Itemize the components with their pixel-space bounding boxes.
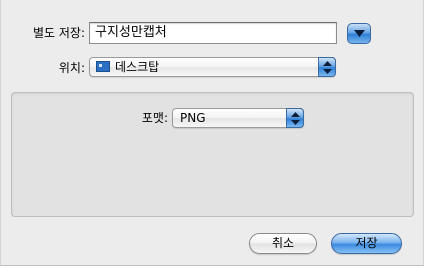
format-popup[interactable]: PNG — [172, 108, 304, 128]
options-panel: 포맷: PNG — [11, 92, 414, 217]
save-dialog: 별도 저장: 구지성만캡처 위치: 데스크탑 포맷: PNG 취소 저장 — [0, 0, 424, 266]
up-down-arrows-icon — [291, 112, 300, 125]
format-popup-value: PNG — [180, 111, 206, 125]
cancel-button[interactable]: 취소 — [249, 233, 317, 254]
expand-dialog-button[interactable] — [347, 23, 371, 44]
format-popup-arrows — [286, 108, 304, 128]
where-popup[interactable]: 데스크탑 — [89, 57, 336, 77]
filename-field[interactable]: 구지성만캡처 — [89, 22, 337, 44]
save-button[interactable]: 저장 — [331, 233, 402, 254]
up-down-arrows-icon — [323, 61, 332, 74]
where-popup-arrows — [318, 57, 336, 77]
where-popup-value: 데스크탑 — [115, 60, 160, 74]
where-label: 위치: — [58, 61, 85, 75]
chevron-down-icon — [354, 30, 365, 37]
format-label: 포맷: — [141, 111, 168, 125]
desktop-folder-icon — [96, 61, 110, 72]
save-as-label: 별도 저장: — [32, 26, 85, 40]
